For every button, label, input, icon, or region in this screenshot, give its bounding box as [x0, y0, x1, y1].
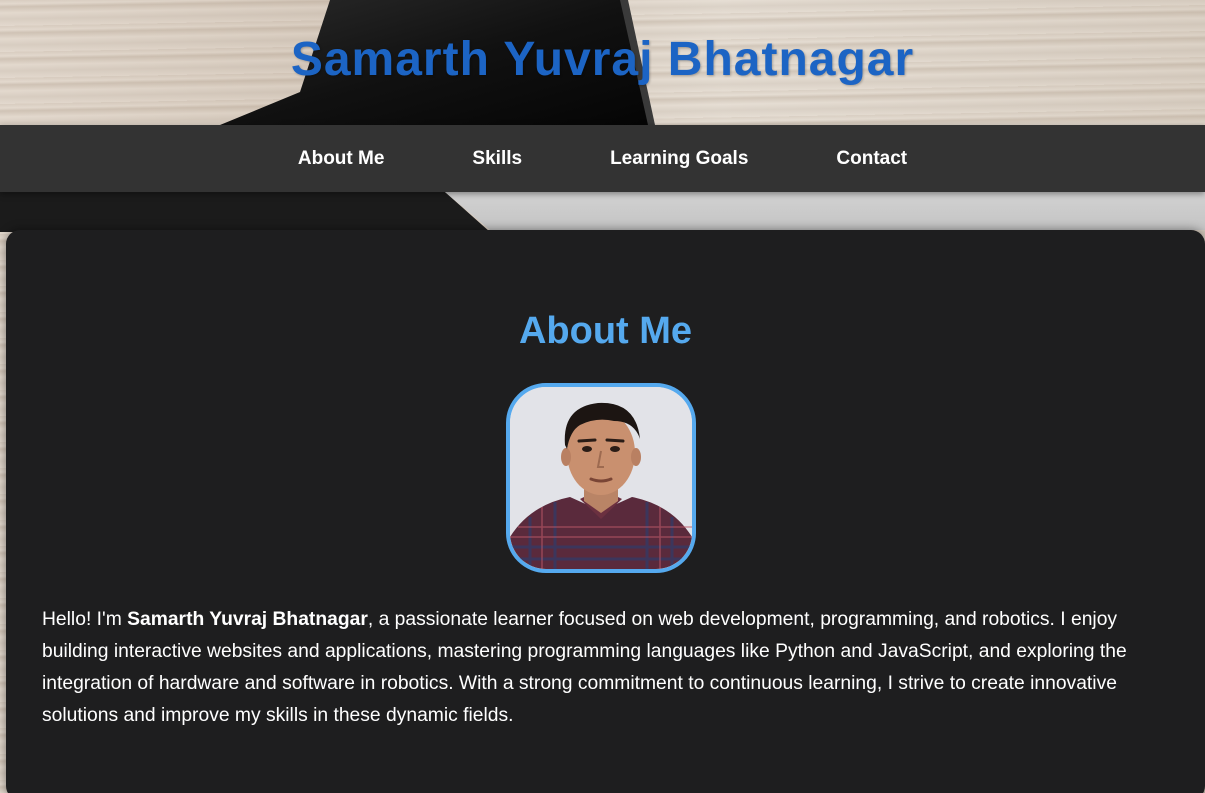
- profile-photo: [506, 383, 696, 573]
- main-navigation: About Me Skills Learning Goals Contact: [0, 125, 1205, 192]
- profile-photo-icon: [510, 387, 692, 569]
- nav-link-about-me[interactable]: About Me: [298, 148, 385, 170]
- site-title: Samarth Yuvraj Bhatnagar: [290, 33, 915, 86]
- about-heading: About Me: [518, 310, 693, 352]
- nav-link-skills[interactable]: Skills: [472, 148, 522, 170]
- about-bio: Hello! I'm Samarth Yuvraj Bhatnagar, a p…: [42, 604, 1167, 732]
- nav-link-contact[interactable]: Contact: [836, 148, 907, 170]
- about-section: About Me Hello! I'm Samarth Yuvraj Bhatn…: [6, 230, 1205, 793]
- site-header: Samarth Yuvraj Bhatnagar: [0, 0, 1205, 125]
- bio-intro: Hello! I'm: [42, 609, 128, 630]
- nav-link-learning-goals[interactable]: Learning Goals: [610, 148, 748, 170]
- bio-name: Samarth Yuvraj Bhatnagar: [127, 609, 368, 630]
